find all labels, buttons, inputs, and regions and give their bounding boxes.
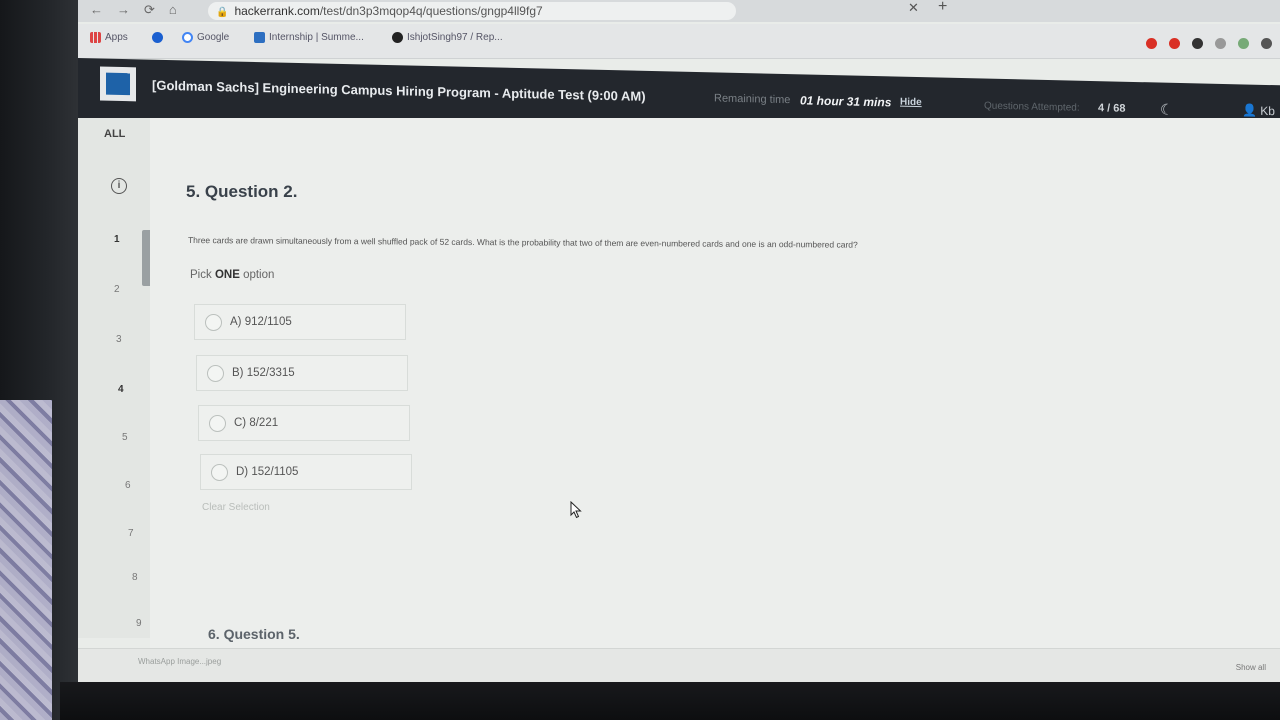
nav-buttons[interactable]: ←→⟳⌂: [90, 2, 191, 18]
radio-button[interactable]: [205, 313, 222, 331]
download-item[interactable]: WhatsApp Image...jpeg: [138, 657, 221, 666]
bookmark-label: Apps: [105, 32, 128, 43]
extension-icon[interactable]: [1146, 38, 1157, 49]
option-label: C) 8/221: [234, 417, 279, 429]
hackerrank-logo: [100, 66, 136, 102]
extension-icon[interactable]: [1169, 38, 1180, 49]
option-c[interactable]: C) 8/221: [198, 405, 410, 441]
question-nav-item[interactable]: 6: [125, 480, 131, 491]
question-text: Three cards are drawn simultaneously fro…: [187, 235, 858, 250]
extensions-area: [1123, 38, 1272, 49]
star-icon[interactable]: [1123, 38, 1134, 49]
option-b[interactable]: B) 152/3315: [196, 355, 408, 391]
question-nav-item[interactable]: 7: [128, 528, 134, 539]
url-bar[interactable]: 🔒 hackerrank.com/test/dn3p3mqop4q/questio…: [208, 2, 736, 20]
extension-icon[interactable]: [1215, 38, 1226, 49]
bookmark-label: Internship | Summe...: [269, 32, 364, 43]
dark-mode-icon[interactable]: ☾: [1160, 101, 1173, 119]
extension-icon[interactable]: [1192, 38, 1203, 49]
pick-prefix: Pick: [190, 269, 212, 281]
option-label: D) 152/1105: [236, 466, 299, 478]
question-heading: 5. Question 2.: [186, 182, 298, 201]
extension-icon[interactable]: [1261, 38, 1272, 49]
question-navigation: ALL i 1 2 3 4 5 6 7 8 9: [78, 118, 150, 638]
option-d[interactable]: D) 152/1105: [200, 454, 412, 490]
pick-suffix: option: [243, 269, 275, 281]
option-a[interactable]: A) 912/1105: [194, 304, 406, 340]
pick-count: ONE: [214, 269, 240, 281]
all-filter[interactable]: ALL: [104, 128, 125, 140]
radio-button[interactable]: [207, 364, 224, 382]
bookmark-apps[interactable]: Apps: [90, 32, 128, 43]
next-question-heading: 6. Question 5.: [208, 626, 300, 642]
info-icon[interactable]: i: [111, 178, 127, 194]
question-nav-item[interactable]: 5: [122, 432, 128, 443]
bookmark-label: IshjotSingh97 / Rep...: [407, 32, 503, 43]
github-icon: [392, 32, 403, 43]
question-panel: 5. Question 2. Three cards are drawn sim…: [150, 118, 1280, 648]
option-label: A) 912/1105: [230, 316, 292, 328]
clear-selection-link[interactable]: Clear Selection: [202, 502, 270, 513]
option-label: B) 152/3315: [232, 367, 295, 379]
question-nav-item[interactable]: 1: [114, 234, 120, 245]
extension-icon[interactable]: [1238, 38, 1249, 49]
new-tab-icon[interactable]: +: [938, 0, 947, 16]
question-nav-item[interactable]: 4: [118, 384, 124, 395]
downloads-bar: WhatsApp Image...jpeg Show all: [78, 648, 1280, 684]
test-title: [Goldman Sachs] Engineering Campus Hirin…: [152, 77, 646, 104]
questions-attempted-label: Questions Attempted:: [984, 100, 1080, 114]
question-nav-item[interactable]: 2: [114, 284, 120, 295]
remaining-time-label: Remaining time: [714, 92, 791, 107]
mouse-cursor-icon: [570, 501, 582, 519]
bookmark-label: Google: [197, 32, 230, 43]
question-nav-item[interactable]: 3: [116, 334, 122, 345]
radio-button[interactable]: [209, 414, 226, 432]
browser-window: ←→⟳⌂ 🔒 hackerrank.com/test/dn3p3mqop4q/qu…: [78, 0, 1280, 684]
internshala-icon: [254, 32, 265, 43]
questions-attempted-count: 4 / 68: [1098, 102, 1126, 115]
bookmarks-bar: Apps Google Internship | Summe... Ishjot…: [78, 24, 1280, 59]
url-host: hackerrank.com: [234, 4, 320, 18]
apps-grid-icon: [90, 32, 101, 43]
user-icon: 👤: [1242, 103, 1257, 118]
bookmark-blue-icon[interactable]: [152, 32, 163, 43]
address-bar-row: ←→⟳⌂ 🔒 hackerrank.com/test/dn3p3mqop4q/qu…: [78, 0, 1280, 22]
user-menu[interactable]: 👤 Kb: [1242, 103, 1275, 118]
monitor-bezel-bottom: [60, 682, 1280, 720]
pick-instruction: Pick ONE option: [190, 269, 274, 281]
close-tab-icon[interactable]: ✕: [908, 0, 919, 16]
background-fabric: [0, 400, 52, 720]
bookmark-internship[interactable]: Internship | Summe...: [254, 32, 364, 43]
question-nav-item[interactable]: 8: [132, 572, 138, 583]
hide-timer-link[interactable]: Hide: [900, 97, 922, 108]
user-name: Kb: [1260, 103, 1275, 119]
bookmark-google[interactable]: Google: [182, 32, 229, 43]
show-all-link[interactable]: Show all: [1236, 663, 1266, 672]
radio-button[interactable]: [211, 463, 228, 481]
remaining-time-value: 01 hour 31 mins: [800, 93, 892, 110]
question-nav-item[interactable]: 9: [136, 618, 142, 629]
site-icon: [152, 32, 163, 43]
bookmark-github[interactable]: IshjotSingh97 / Rep...: [392, 32, 503, 43]
lock-icon: 🔒: [216, 7, 229, 18]
url-path: /test/dn3p3mqop4q/questions/gngp4ll9fg7: [319, 4, 543, 18]
google-icon: [182, 32, 193, 43]
